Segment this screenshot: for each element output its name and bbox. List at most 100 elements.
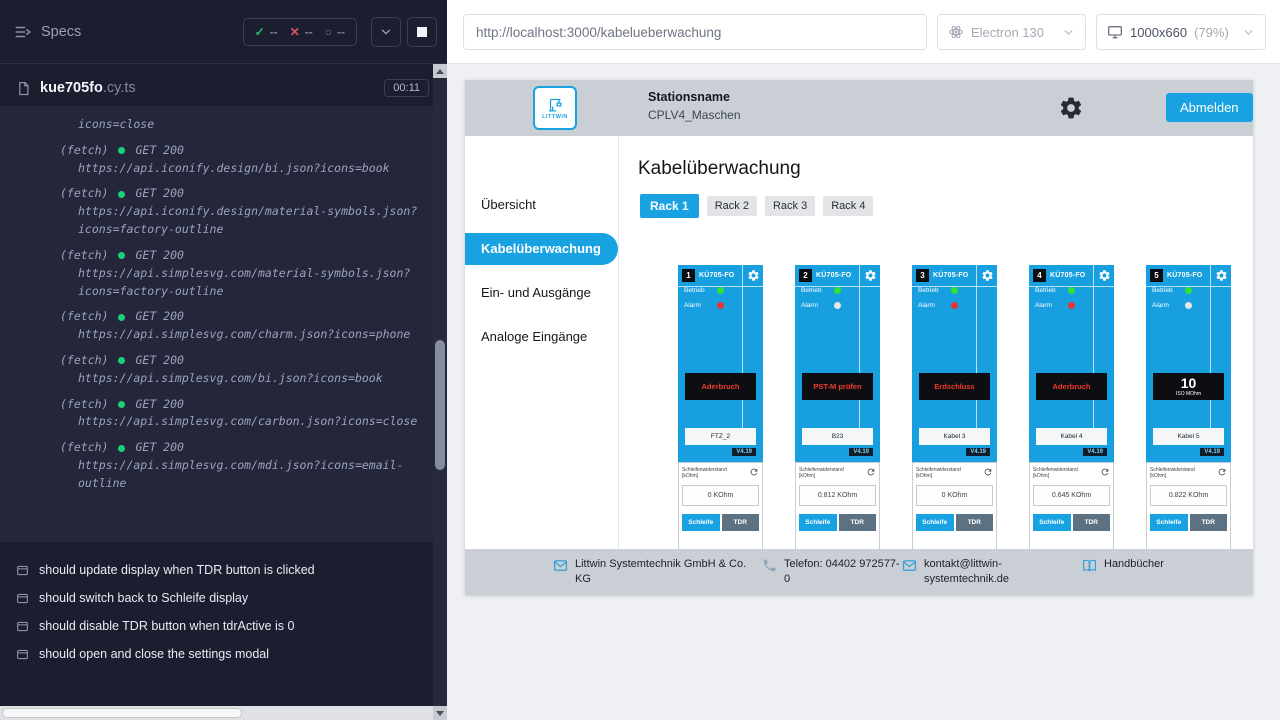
command-log[interactable]: icons=close (fetch) GET 200 https://api.… (0, 106, 447, 542)
scroll-up-button[interactable] (433, 64, 447, 78)
rack-tab[interactable]: Rack 2 (707, 196, 757, 216)
tdr-button[interactable]: TDR (1073, 514, 1111, 531)
alarm-label: Alarm (1035, 302, 1052, 309)
sidebar-item[interactable]: Kabelüberwachung (465, 233, 618, 265)
chevron-down-icon (379, 25, 393, 39)
status-dot-icon (118, 314, 125, 321)
specs-menu-icon[interactable] (14, 23, 32, 41)
fetch-log-entry[interactable]: (fetch) GET 200 https://api.simplesvg.co… (60, 308, 427, 344)
test-item[interactable]: should update display when TDR button is… (16, 556, 429, 584)
tdr-button[interactable]: TDR (722, 514, 760, 531)
device-number: 2 (799, 269, 812, 282)
tdr-button[interactable]: TDR (956, 514, 994, 531)
fetch-log-entry[interactable]: (fetch) GET 200 https://api.simplesvg.co… (60, 439, 427, 492)
test-item[interactable]: should disable TDR button when tdrActive… (16, 612, 429, 640)
collapse-button[interactable] (371, 17, 401, 47)
sidebar-item[interactable]: Ein- und Ausgänge (465, 277, 618, 309)
passed-count: -- (270, 25, 278, 39)
device-settings-gear-icon[interactable] (747, 269, 760, 282)
betrieb-label: Betrieb (801, 287, 822, 294)
betrieb-led (1068, 287, 1075, 294)
betrieb-led (1185, 287, 1192, 294)
status-dot-icon (118, 357, 125, 364)
schleife-button[interactable]: Schleife (682, 514, 720, 531)
sidebar-item[interactable]: Übersicht (465, 189, 618, 221)
footer-item[interactable]: Handbücher (1082, 557, 1164, 573)
tdr-button[interactable]: TDR (1190, 514, 1228, 531)
schleife-button[interactable]: Schleife (799, 514, 837, 531)
device-settings-gear-icon[interactable] (1098, 269, 1111, 282)
alarm-label: Alarm (801, 302, 818, 309)
stop-icon (417, 27, 427, 37)
settings-gear-icon[interactable] (1058, 95, 1084, 121)
sidebar-item[interactable]: Analoge Eingänge (465, 321, 618, 353)
refresh-icon[interactable] (1217, 467, 1227, 477)
device-settings-gear-icon[interactable] (864, 269, 877, 282)
schleife-button[interactable]: Schleife (1033, 514, 1071, 531)
fetch-log-entry[interactable]: (fetch) GET 200 https://api.simplesvg.co… (60, 352, 427, 388)
main-content: Kabelüberwachung Rack 1 Rack 2 Rack 3 Ra… (619, 136, 1253, 549)
device-card: 2 KÜ705-FO Betrieb (795, 265, 880, 549)
url-text: http://localhost:3000/kabelueberwachung (476, 25, 721, 40)
runner-vertical-scrollbar[interactable] (433, 64, 447, 720)
test-item[interactable]: should open and close the settings modal (16, 640, 429, 668)
refresh-icon[interactable] (983, 467, 993, 477)
alarm-row: Alarm (918, 302, 958, 309)
alarm-row: Alarm (801, 302, 841, 309)
scroll-down-button[interactable] (433, 706, 447, 720)
schleife-button[interactable]: Schleife (916, 514, 954, 531)
spec-file-row[interactable]: kue705fo.cy.ts 00:11 (0, 64, 447, 106)
horizontal-scroll-thumb[interactable] (2, 708, 242, 718)
schleife-button[interactable]: Schleife (1150, 514, 1188, 531)
url-input[interactable]: http://localhost:3000/kabelueberwachung (463, 14, 927, 50)
test-stats: ✓-- ✕-- ○-- (243, 18, 357, 46)
device-settings-gear-icon[interactable] (1215, 269, 1228, 282)
tdr-button[interactable]: TDR (839, 514, 877, 531)
station-info: Stationsname CPLV4_Maschen (648, 90, 741, 122)
refresh-icon[interactable] (1100, 467, 1110, 477)
specs-label[interactable]: Specs (41, 24, 81, 40)
status-dot-icon (118, 191, 125, 198)
stop-run-button[interactable] (407, 17, 437, 47)
vertical-scroll-thumb[interactable] (435, 340, 445, 470)
rack-tab[interactable]: Rack 3 (765, 196, 815, 216)
status-display: Aderbruch (685, 373, 756, 400)
circle-icon: ○ (325, 25, 332, 39)
fetch-log-entry[interactable]: (fetch) GET 200 https://api.simplesvg.co… (60, 396, 427, 432)
device-card: 4 KÜ705-FO Betrieb (1029, 265, 1114, 549)
betrieb-label: Betrieb (684, 287, 705, 294)
mail-icon (902, 558, 917, 573)
device-settings-gear-icon[interactable] (981, 269, 994, 282)
electron-icon (948, 24, 964, 40)
browser-selector[interactable]: Electron 130 (937, 14, 1086, 50)
status-text: Aderbruch (1053, 382, 1091, 391)
rack-tab[interactable]: Rack 4 (823, 196, 873, 216)
device-panel: 4 KÜ705-FO Betrieb (1029, 265, 1114, 462)
betrieb-led (834, 287, 841, 294)
resistance-label: Schleifenwiderstand [kOhm] (1033, 467, 1091, 480)
fetch-log-entry[interactable]: (fetch) GET 200 https://api.iconify.desi… (60, 185, 427, 238)
footer-item[interactable]: kontakt@littwin-systemtechnik.de (902, 557, 1030, 587)
betrieb-row: Betrieb (1152, 287, 1192, 294)
runner-horizontal-scrollbar[interactable] (0, 706, 433, 720)
cypress-runner-panel: Specs ✓-- ✕-- ○-- kue705fo.cy.ts 00:11 i… (0, 0, 447, 720)
status-dot-icon (118, 445, 125, 452)
fetch-url: https://api.simplesvg.com/charm.json?ico… (60, 326, 427, 344)
panel-divider (1093, 265, 1094, 428)
viewport-zoom: (79%) (1194, 25, 1229, 40)
resistance-value: 0.812 KOhm (799, 485, 876, 506)
refresh-icon[interactable] (749, 467, 759, 477)
littwin-logo: LITTWIN (533, 86, 577, 130)
run-timer: 00:11 (384, 79, 429, 97)
footer-item[interactable]: Littwin Systemtechnik GmbH & Co. KG (553, 557, 753, 587)
test-item[interactable]: should switch back to Schleife display (16, 584, 429, 612)
refresh-icon[interactable] (866, 467, 876, 477)
fetch-log-entry[interactable]: (fetch) GET 200 https://api.iconify.desi… (60, 142, 427, 178)
logout-button[interactable]: Abmelden (1166, 93, 1253, 122)
fetch-log-entry[interactable]: (fetch) GET 200 https://api.simplesvg.co… (60, 247, 427, 300)
fetch-method: (fetch) (60, 396, 108, 414)
footer-item[interactable]: Telefon: 04402 972577-0 (762, 557, 902, 587)
viewport-selector[interactable]: 1000x660 (79%) (1096, 14, 1266, 50)
logo-text: LITTWIN (542, 114, 568, 120)
rack-tab[interactable]: Rack 1 (640, 194, 699, 218)
